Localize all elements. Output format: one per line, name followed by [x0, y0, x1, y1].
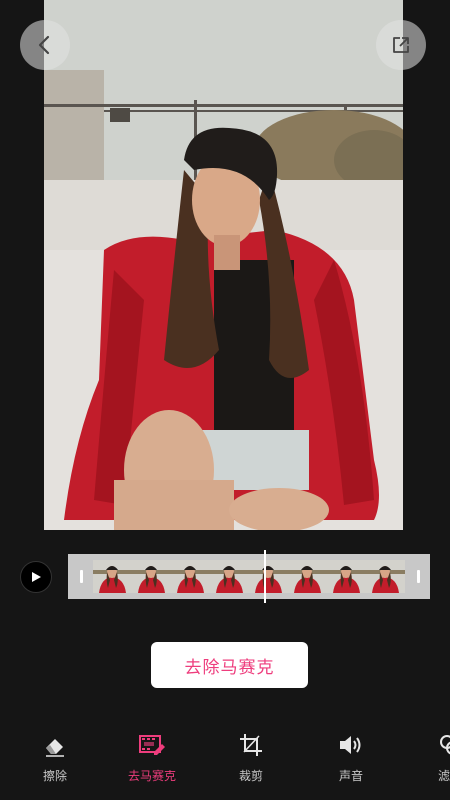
tool-erase-label: 擦除	[42, 769, 67, 783]
video-preview	[44, 0, 403, 530]
speaker-icon	[340, 736, 361, 754]
playhead[interactable]	[263, 550, 266, 603]
filter-icon	[440, 735, 450, 755]
share-button[interactable]	[376, 20, 426, 70]
play-button[interactable]	[20, 561, 52, 593]
tool-remove-mosaic-label: 去马赛克	[127, 769, 176, 783]
eraser-icon	[46, 739, 64, 757]
tool-crop[interactable]: 裁剪	[221, 728, 281, 788]
play-icon	[32, 572, 41, 582]
trim-handle-left[interactable]	[80, 570, 83, 583]
mosaic-film-icon	[139, 735, 165, 755]
timeline-frame	[327, 560, 366, 593]
crop-icon	[240, 734, 262, 756]
tool-sound-label: 声音	[338, 769, 363, 783]
preview-photo	[44, 0, 403, 530]
timeline-frames	[93, 560, 405, 593]
timeline-frame	[171, 560, 210, 593]
tool-filter-label: 滤	[438, 769, 450, 783]
timeline-frame	[93, 560, 132, 593]
bottom-toolbar: 擦除 去马赛克 裁剪 声音 滤	[0, 728, 450, 800]
tool-sound[interactable]: 声音	[321, 728, 381, 788]
timeline-frame	[366, 560, 405, 593]
tool-filter[interactable]: 滤	[420, 728, 450, 788]
chevron-left-icon	[38, 35, 50, 55]
timeline-frame	[210, 560, 249, 593]
timeline-frame	[132, 560, 171, 593]
tool-crop-label: 裁剪	[238, 769, 263, 783]
timeline-track[interactable]	[68, 550, 430, 603]
trim-handle-right[interactable]	[417, 570, 420, 583]
tool-remove-mosaic[interactable]: 去马赛克	[122, 728, 182, 788]
tool-erase[interactable]: 擦除	[25, 728, 85, 788]
timeline-frame	[288, 560, 327, 593]
timeline-frame	[249, 560, 288, 593]
share-export-icon	[393, 37, 409, 53]
back-button[interactable]	[20, 20, 70, 70]
remove-mosaic-button[interactable]: 去除马赛克	[151, 642, 308, 688]
